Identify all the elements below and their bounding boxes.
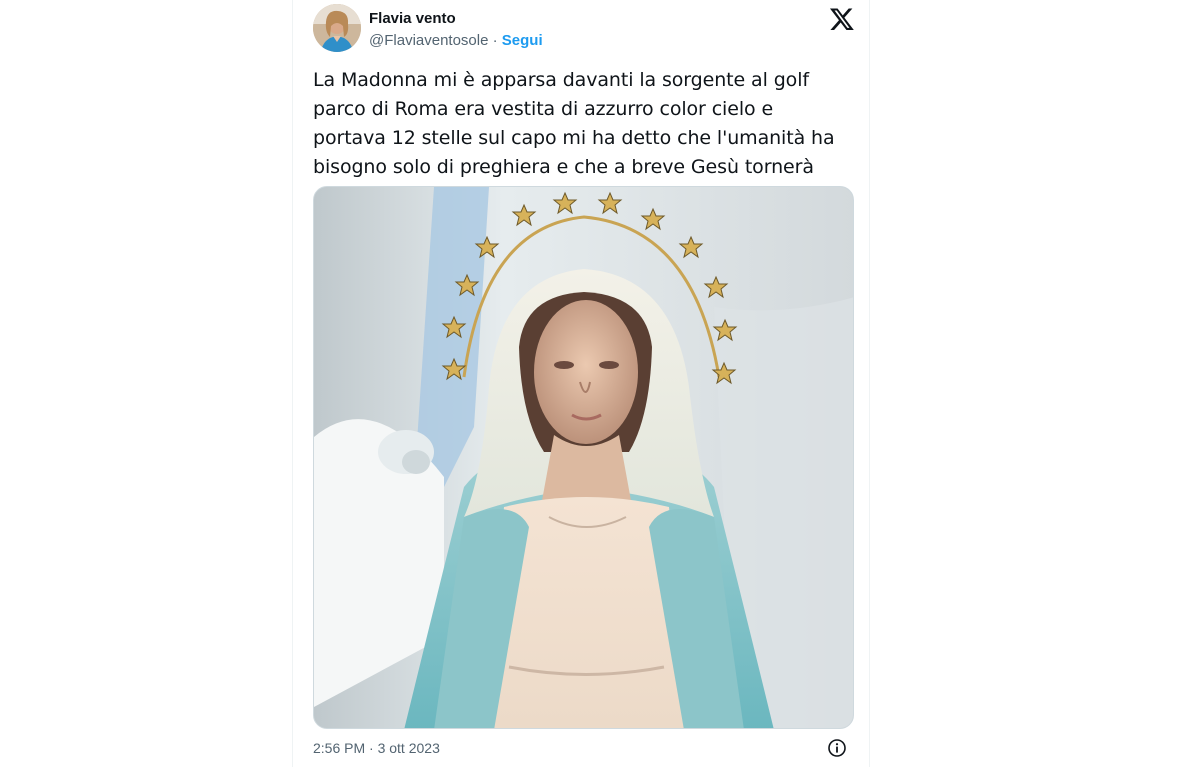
x-logo-icon[interactable]: [829, 6, 855, 32]
madonna-statue-photo-icon: [314, 187, 853, 728]
author-avatar[interactable]: [313, 4, 361, 52]
tweet-text: La Madonna mi è apparsa davanti la sorge…: [313, 66, 843, 182]
tweet-text-line: portava 12 stelle sul capo mi ha detto c…: [313, 127, 835, 149]
tweet-header: Flavia vento @Flaviaventosole · Segui: [313, 4, 855, 56]
tweet-card: Flavia vento @Flaviaventosole · Segui La…: [292, 0, 870, 767]
tweet-text-line: parco di Roma era vestita di azzurro col…: [313, 98, 774, 120]
tweet-timestamp[interactable]: 2:56 PM · 3 ott 2023: [313, 738, 440, 758]
author-handle[interactable]: @Flaviaventosole: [369, 32, 488, 49]
tweet-footer: 2:56 PM · 3 ott 2023: [313, 736, 855, 760]
page: Flavia vento @Flaviaventosole · Segui La…: [0, 0, 1200, 767]
tweet-media-photo[interactable]: [313, 186, 854, 729]
info-icon[interactable]: [827, 738, 847, 758]
handle-separator: ·: [488, 32, 502, 49]
follow-button[interactable]: Segui: [502, 32, 543, 49]
profile-photo-icon: [313, 4, 361, 52]
tweet-text-line: bisogno solo di preghiera e che a breve …: [313, 156, 814, 178]
author-handle-row: @Flaviaventosole · Segui: [369, 31, 543, 51]
tweet-text-line: La Madonna mi è apparsa davanti la sorge…: [313, 69, 809, 91]
author-display-name[interactable]: Flavia vento: [369, 9, 543, 29]
author-info: Flavia vento @Flaviaventosole · Segui: [369, 9, 543, 51]
